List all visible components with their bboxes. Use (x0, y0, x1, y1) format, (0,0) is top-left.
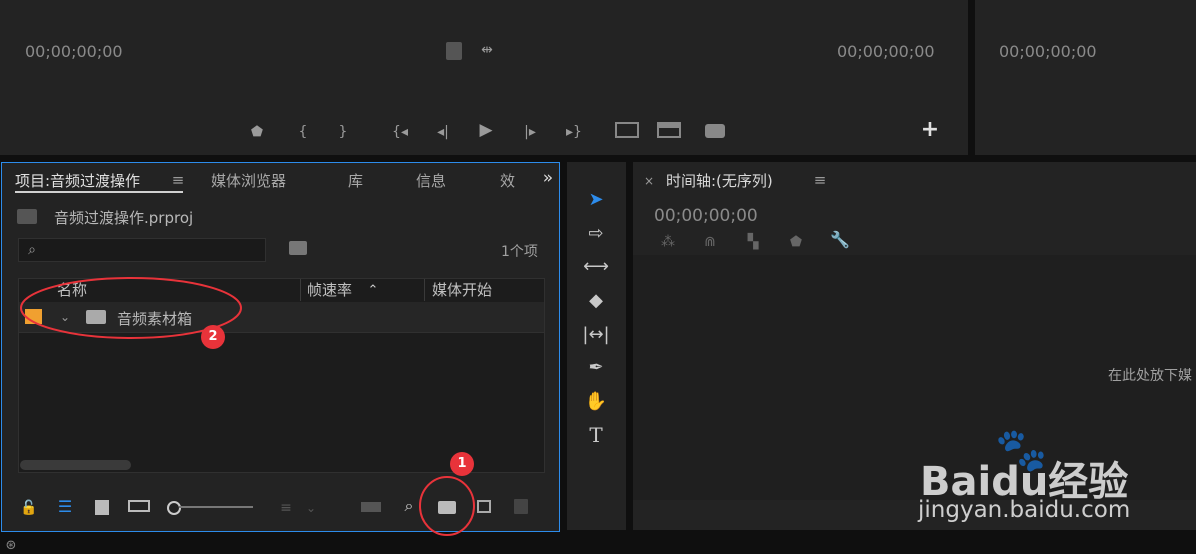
annotation-badge-2: 2 (201, 325, 225, 349)
annotation-ellipse-new-bin (419, 476, 475, 536)
watermark-url: jingyan.baidu.com (918, 497, 1131, 523)
annotation-badge-1: 1 (450, 452, 474, 476)
watermark-logo: 🐾 Baidu经验 (920, 425, 1130, 505)
